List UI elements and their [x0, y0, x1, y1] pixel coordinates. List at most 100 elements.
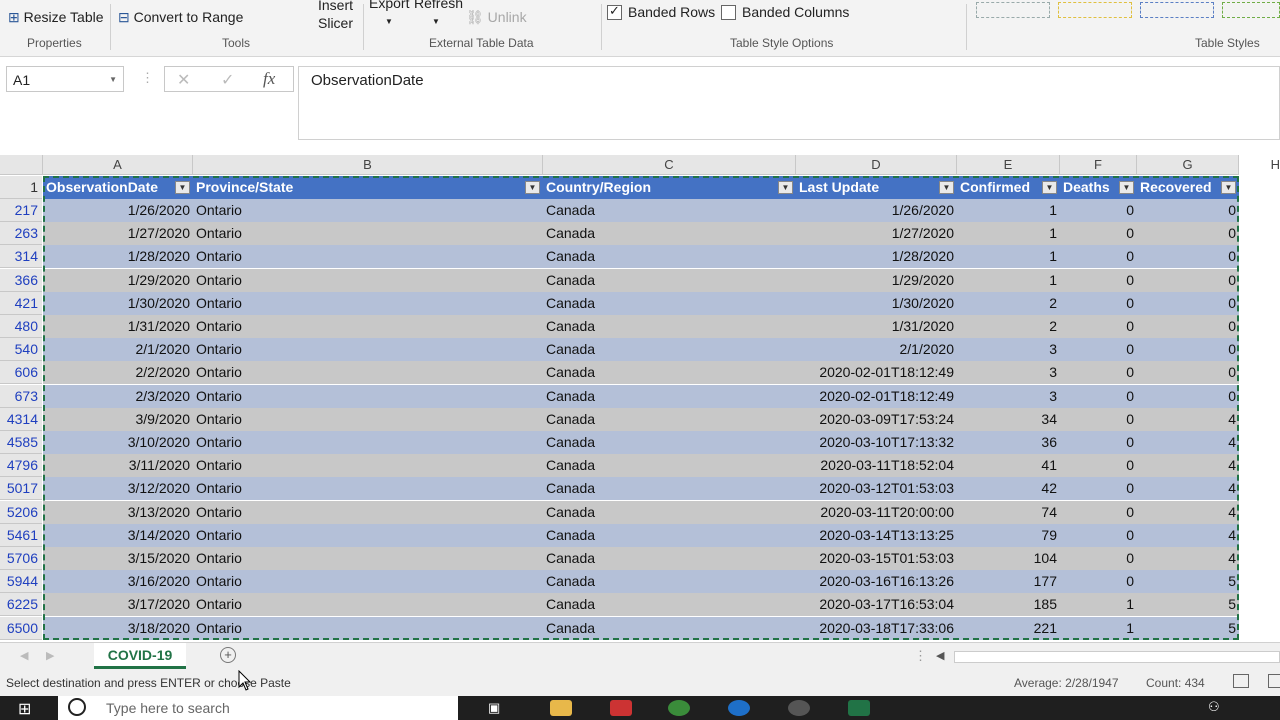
page-layout-icon[interactable]	[1268, 674, 1280, 688]
excel-icon[interactable]	[848, 700, 870, 716]
table-cell-country[interactable]: Canada	[543, 431, 796, 454]
table-cell-date[interactable]: 1/30/2020	[43, 292, 193, 315]
filter-dropdown-icon[interactable]: ▼	[1221, 181, 1236, 194]
column-header[interactable]: E	[957, 155, 1060, 175]
table-cell-country[interactable]: Canada	[543, 222, 796, 245]
windows-start-icon[interactable]: ⊞	[18, 699, 31, 719]
edge-icon[interactable]	[728, 700, 750, 716]
table-cell-rec[interactable]: 4	[1137, 408, 1239, 431]
column-header[interactable]: G	[1137, 155, 1239, 175]
table-cell-country[interactable]: Canada	[543, 292, 796, 315]
table-cell-rec[interactable]: 5	[1137, 617, 1239, 640]
table-cell-prov[interactable]: Ontario	[193, 361, 543, 384]
filter-dropdown-icon[interactable]: ▼	[939, 181, 954, 194]
refresh-button[interactable]: Refresh ▼	[414, 0, 463, 27]
table-cell-conf[interactable]: 41	[957, 454, 1060, 477]
table-cell-prov[interactable]: Ontario	[193, 385, 543, 408]
table-cell-prov[interactable]: Ontario	[193, 501, 543, 524]
status-count[interactable]: Count: 434	[1146, 676, 1205, 690]
filter-dropdown-icon[interactable]: ▼	[175, 181, 190, 194]
table-cell-upd[interactable]: 2020-03-17T16:53:04	[796, 593, 957, 616]
table-cell-deaths[interactable]: 0	[1060, 547, 1137, 570]
table-cell-deaths[interactable]: 0	[1060, 477, 1137, 500]
row-header[interactable]: 263	[0, 222, 42, 246]
column-header[interactable]: B	[193, 155, 543, 175]
store-icon[interactable]	[610, 700, 632, 716]
splitter-icon[interactable]: ⋮	[914, 648, 927, 664]
table-cell-prov[interactable]: Ontario	[193, 315, 543, 338]
table-cell-upd[interactable]: 2020-03-09T17:53:24	[796, 408, 957, 431]
table-cell-deaths[interactable]: 0	[1060, 269, 1137, 292]
row-header[interactable]: 5017	[0, 477, 42, 501]
filter-dropdown-icon[interactable]: ▼	[1042, 181, 1057, 194]
table-cell-deaths[interactable]: 0	[1060, 385, 1137, 408]
table-cell-date[interactable]: 3/18/2020	[43, 617, 193, 640]
table-cell-conf[interactable]: 42	[957, 477, 1060, 500]
table-cell-rec[interactable]: 0	[1137, 245, 1239, 268]
table-cell-upd[interactable]: 2020-02-01T18:12:49	[796, 361, 957, 384]
file-explorer-icon[interactable]	[550, 700, 572, 716]
row-header[interactable]: 5706	[0, 547, 42, 570]
table-cell-date[interactable]: 3/15/2020	[43, 547, 193, 570]
table-cell-date[interactable]: 3/16/2020	[43, 570, 193, 593]
task-view-icon[interactable]: ▣	[488, 700, 500, 716]
table-header-cell[interactable]: ObservationDate	[43, 176, 193, 199]
table-style-swatch[interactable]	[1140, 2, 1214, 18]
filter-active-icon[interactable]: ▼	[525, 181, 540, 194]
row-header[interactable]: 673	[0, 384, 42, 408]
filter-dropdown-icon[interactable]: ▼	[1119, 181, 1134, 194]
table-cell-country[interactable]: Canada	[543, 199, 796, 222]
convert-to-range-button[interactable]: ⊟ Convert to Range	[118, 9, 243, 26]
table-cell-prov[interactable]: Ontario	[193, 269, 543, 292]
enter-icon[interactable]: ✓	[221, 70, 234, 90]
table-cell-deaths[interactable]: 0	[1060, 408, 1137, 431]
table-cell-deaths[interactable]: 0	[1060, 292, 1137, 315]
table-cell-prov[interactable]: Ontario	[193, 222, 543, 245]
table-cell-conf[interactable]: 104	[957, 547, 1060, 570]
table-cell-upd[interactable]: 1/26/2020	[796, 199, 957, 222]
table-cell-deaths[interactable]: 0	[1060, 501, 1137, 524]
table-cell-date[interactable]: 2/1/2020	[43, 338, 193, 361]
app-icon[interactable]	[788, 700, 810, 716]
table-cell-deaths[interactable]: 0	[1060, 338, 1137, 361]
row-header[interactable]: 4585	[0, 431, 42, 454]
table-cell-deaths[interactable]: 1	[1060, 617, 1137, 640]
table-cell-upd[interactable]: 2020-03-16T16:13:26	[796, 570, 957, 593]
table-cell-date[interactable]: 3/11/2020	[43, 454, 193, 477]
status-average[interactable]: Average: 2/28/1947	[1014, 676, 1119, 690]
row-header[interactable]: 6500	[0, 616, 42, 640]
insert-slicer-button[interactable]: Insert Slicer	[318, 0, 353, 32]
table-cell-conf[interactable]: 2	[957, 315, 1060, 338]
table-header-cell[interactable]: Country/Region	[543, 176, 796, 199]
row-header[interactable]: 6225	[0, 593, 42, 617]
table-cell-deaths[interactable]: 0	[1060, 315, 1137, 338]
table-cell-date[interactable]: 3/10/2020	[43, 431, 193, 454]
filter-dropdown-icon[interactable]: ▼	[778, 181, 793, 194]
table-cell-country[interactable]: Canada	[543, 501, 796, 524]
table-cell-prov[interactable]: Ontario	[193, 454, 543, 477]
select-all-corner[interactable]	[0, 155, 43, 175]
table-cell-rec[interactable]: 4	[1137, 524, 1239, 547]
resize-table-button[interactable]: ⊞ Resize Table	[8, 9, 104, 26]
table-cell-rec[interactable]: 0	[1137, 338, 1239, 361]
table-cell-upd[interactable]: 1/29/2020	[796, 269, 957, 292]
table-cell-conf[interactable]: 74	[957, 501, 1060, 524]
table-cell-upd[interactable]: 2020-03-18T17:33:06	[796, 617, 957, 640]
table-cell-date[interactable]: 2/3/2020	[43, 385, 193, 408]
table-cell-conf[interactable]: 3	[957, 361, 1060, 384]
table-cell-deaths[interactable]: 1	[1060, 593, 1137, 616]
banded-rows-checkbox[interactable]	[607, 3, 622, 20]
table-cell-conf[interactable]: 3	[957, 338, 1060, 361]
table-cell-deaths[interactable]: 0	[1060, 431, 1137, 454]
table-style-swatch[interactable]	[1222, 2, 1280, 18]
table-cell-upd[interactable]: 1/31/2020	[796, 315, 957, 338]
table-cell-prov[interactable]: Ontario	[193, 245, 543, 268]
table-cell-conf[interactable]: 36	[957, 431, 1060, 454]
table-cell-country[interactable]: Canada	[543, 617, 796, 640]
table-header-cell[interactable]: Last Update	[796, 176, 957, 199]
row-header[interactable]: 217	[0, 199, 42, 222]
row-header[interactable]: 606	[0, 361, 42, 385]
table-cell-country[interactable]: Canada	[543, 361, 796, 384]
row-header[interactable]: 1	[0, 176, 42, 199]
table-cell-country[interactable]: Canada	[543, 408, 796, 431]
